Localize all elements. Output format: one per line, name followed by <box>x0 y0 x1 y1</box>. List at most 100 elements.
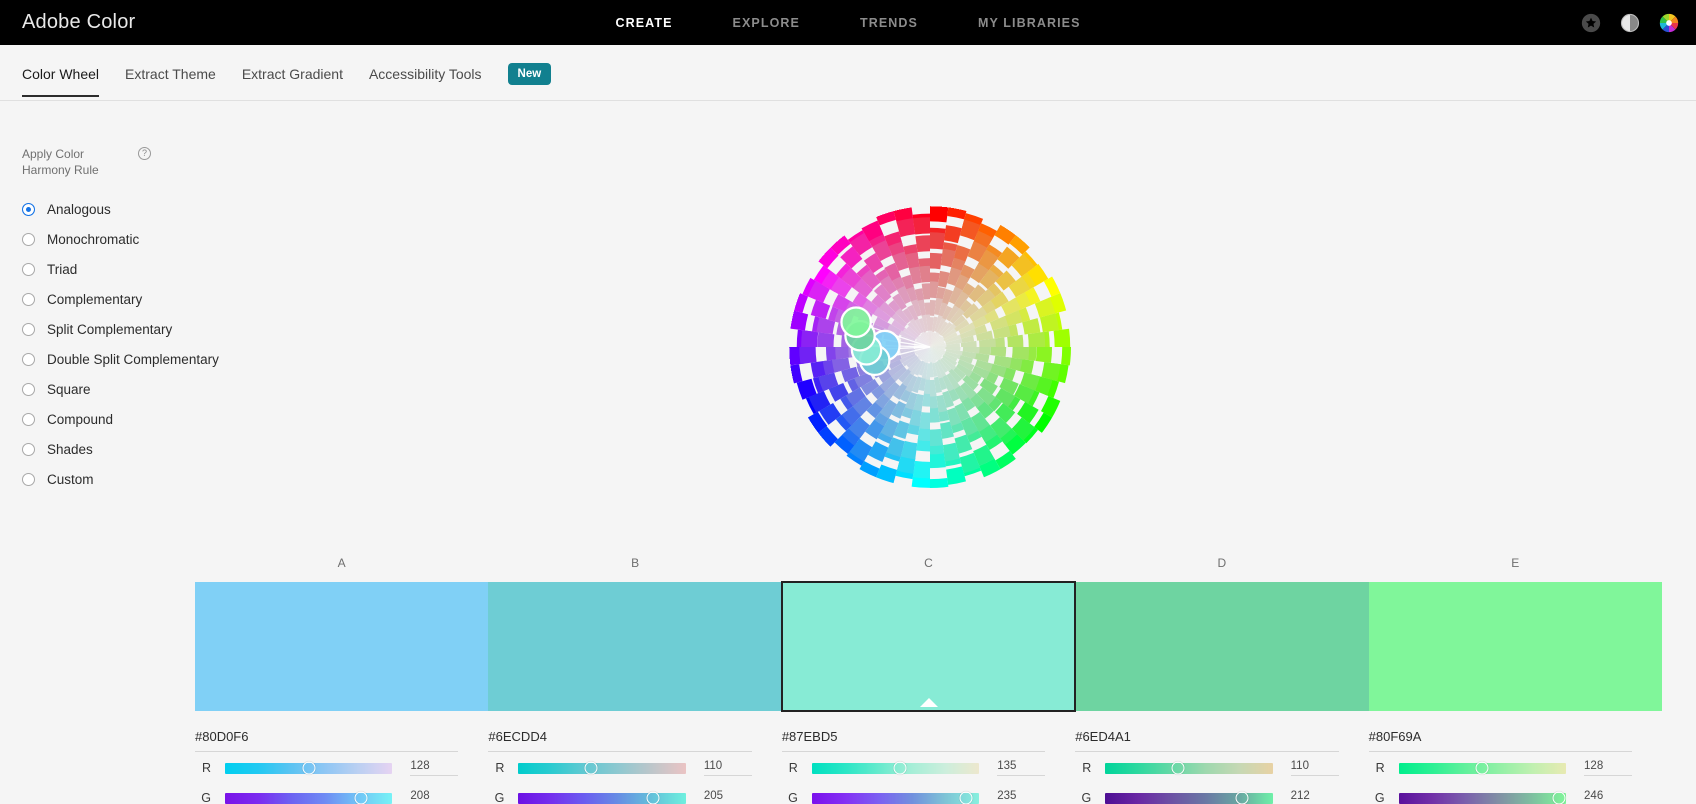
harmony-rule-label: Triad <box>47 261 78 277</box>
tab-color-wheel[interactable]: Color Wheel <box>22 66 100 97</box>
radio-icon[interactable] <box>22 442 35 456</box>
editor-e: #80F69AR128G246B15496 <box>1368 729 1662 804</box>
top-bar: Adobe Color CREATE EXPLORE TRENDS MY LIB… <box>0 0 1696 45</box>
harmony-rule-label: Analogous <box>47 201 111 217</box>
hex-value[interactable]: #6ECDD4 <box>488 729 752 752</box>
harmony-rule-split-complementary[interactable]: Split Complementary <box>22 314 232 344</box>
swatch-c[interactable] <box>780 581 1077 712</box>
swatch-d[interactable] <box>1075 582 1369 711</box>
nav-item-explore[interactable]: EXPLORE <box>733 16 800 30</box>
swatch-label-b: B <box>631 556 640 570</box>
harmony-rule-label: Double Split Complementary <box>47 351 219 367</box>
swatch-label-c: C <box>924 556 933 570</box>
slider-knob-R[interactable] <box>1171 761 1185 775</box>
harmony-rule-analogous[interactable]: Analogous <box>22 194 232 224</box>
harmony-rule-triad[interactable]: Triad <box>22 254 232 284</box>
slider-knob-G[interactable] <box>646 791 660 804</box>
slider-track-G[interactable] <box>1105 791 1273 804</box>
channel-value-G[interactable]: 235 <box>997 790 1045 804</box>
slider-track-R[interactable] <box>1105 761 1273 775</box>
hex-value[interactable]: #87EBD5 <box>781 729 1046 752</box>
slider-row-R: R 110 <box>488 754 752 782</box>
channel-value-R[interactable]: 135 <box>997 760 1046 776</box>
channel-value-R[interactable]: 128 <box>1584 760 1633 776</box>
harmony-rule-double-split-complementary[interactable]: Double Split Complementary <box>22 344 232 374</box>
hex-value[interactable]: #6ED4A1 <box>1075 729 1339 752</box>
channel-label-G: G <box>1081 791 1092 804</box>
harmony-rule-label: Complementary <box>47 291 143 307</box>
color-wheel-markers[interactable] <box>789 206 1071 488</box>
tool-tabs: Color Wheel Extract Theme Extract Gradie… <box>0 45 1696 101</box>
star-badge-icon[interactable] <box>1580 12 1602 34</box>
slider-track-R[interactable] <box>811 761 980 775</box>
color-wheel[interactable] <box>789 206 1071 488</box>
channel-value-R[interactable]: 110 <box>703 760 752 776</box>
slider-track-G[interactable] <box>1398 791 1567 804</box>
radio-icon[interactable] <box>22 382 35 396</box>
hex-value[interactable]: #80D0F6 <box>195 729 459 752</box>
harmony-rule-monochromatic[interactable]: Monochromatic <box>22 224 232 254</box>
nav-item-trends[interactable]: TRENDS <box>860 16 918 30</box>
channel-value-R[interactable]: 110 <box>1290 760 1339 776</box>
harmony-rule-square[interactable]: Square <box>22 374 232 404</box>
nav-item-my-libraries[interactable]: MY LIBRARIES <box>978 16 1081 30</box>
harmony-rule-label: Square <box>47 381 91 397</box>
harmony-rule-compound[interactable]: Compound <box>22 404 232 434</box>
slider-track-R[interactable] <box>1398 761 1567 775</box>
slider-knob-R[interactable] <box>584 761 598 775</box>
radio-icon[interactable] <box>22 322 35 336</box>
harmony-rule-label: Custom <box>47 471 94 487</box>
slider-knob-R[interactable] <box>302 761 316 775</box>
channel-value-G[interactable]: 246 <box>1584 790 1632 804</box>
top-bar-icons <box>1580 12 1680 34</box>
tab-extract-theme[interactable]: Extract Theme <box>125 66 216 88</box>
slider-track-G[interactable] <box>225 791 393 804</box>
brand-logo[interactable]: Adobe Color <box>22 11 135 34</box>
slider-knob-G[interactable] <box>959 791 973 804</box>
help-icon[interactable]: ? <box>138 147 151 160</box>
channel-label-R: R <box>201 761 211 775</box>
new-badge[interactable]: New <box>507 62 552 85</box>
active-swatch-marker <box>919 698 938 707</box>
swatch-e[interactable] <box>1368 582 1663 711</box>
slider-knob-R[interactable] <box>893 761 907 775</box>
slider-knob-R[interactable] <box>1475 761 1489 775</box>
radio-icon[interactable] <box>22 202 35 216</box>
color-wheel-avatar[interactable] <box>1658 12 1680 34</box>
swatch-a[interactable] <box>195 582 489 711</box>
slider-track-R[interactable] <box>518 761 686 775</box>
channel-value-G[interactable]: 212 <box>1291 790 1339 804</box>
channel-value-R[interactable]: 128 <box>410 760 459 776</box>
tab-extract-gradient[interactable]: Extract Gradient <box>242 66 343 88</box>
nav-item-create[interactable]: CREATE <box>615 16 672 30</box>
tab-accessibility-tools[interactable]: Accessibility Tools <box>369 66 482 88</box>
slider-track-R[interactable] <box>225 761 393 775</box>
slider-knob-G[interactable] <box>1235 791 1249 804</box>
channel-value-G[interactable]: 205 <box>704 790 752 804</box>
radio-icon[interactable] <box>22 352 35 366</box>
radio-icon[interactable] <box>22 292 35 306</box>
harmony-title: Apply Color Harmony Rule <box>22 147 99 177</box>
radio-icon[interactable] <box>22 472 35 486</box>
harmony-rule-custom[interactable]: Custom <box>22 464 232 494</box>
radio-icon[interactable] <box>22 262 35 276</box>
slider-knob-G[interactable] <box>1552 791 1566 804</box>
channel-label-R: R <box>788 761 798 775</box>
theme-contrast-icon[interactable] <box>1619 12 1641 34</box>
editor-a: #80D0F6R128G208B24696 <box>195 729 488 804</box>
harmony-rule-list: Analogous Monochromatic Triad Complementary… <box>22 194 232 494</box>
radio-icon[interactable] <box>22 412 35 426</box>
channel-value-G[interactable]: 208 <box>410 790 458 804</box>
harmony-sidebar: Apply Color Harmony Rule ? Analogous Mono… <box>22 146 232 494</box>
channel-label-R: R <box>1375 761 1385 775</box>
radio-icon[interactable] <box>22 232 35 246</box>
slider-knob-G[interactable] <box>354 791 368 804</box>
slider-track-G[interactable] <box>811 791 980 804</box>
harmony-rule-complementary[interactable]: Complementary <box>22 284 232 314</box>
slider-row-R: R 128 <box>1369 754 1633 782</box>
hex-value[interactable]: #80F69A <box>1368 729 1633 752</box>
swatch-b[interactable] <box>488 582 782 711</box>
harmony-rule-shades[interactable]: Shades <box>22 434 232 464</box>
slider-track-G[interactable] <box>518 791 686 804</box>
main-navigation: CREATE EXPLORE TRENDS MY LIBRARIES <box>615 16 1080 30</box>
